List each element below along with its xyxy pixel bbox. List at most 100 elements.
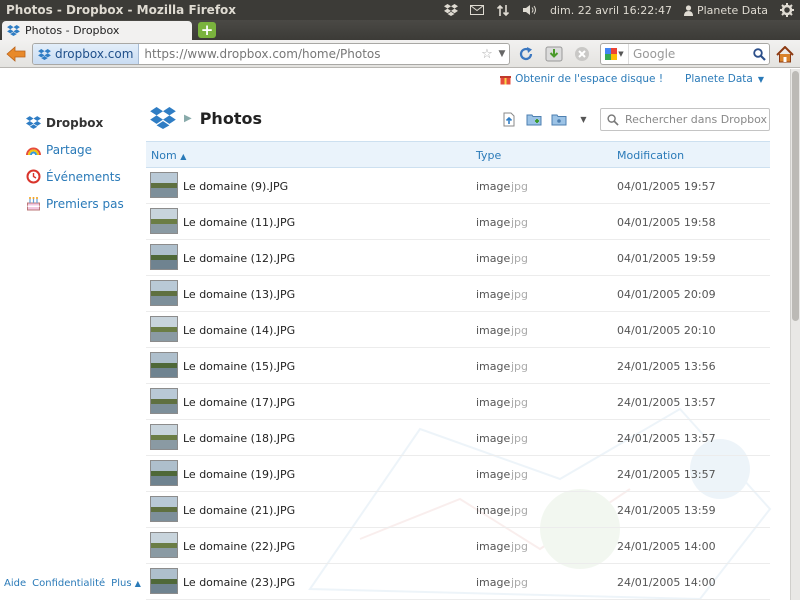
account-dropdown-icon: ▼ (757, 74, 764, 84)
photo-thumbnail[interactable] (150, 208, 178, 234)
site-identity[interactable]: dropbox.com (33, 44, 140, 64)
file-extension: jpg (511, 432, 529, 445)
clock[interactable]: dim. 22 avril 16:22:47 (544, 0, 678, 20)
file-name[interactable]: Le domaine (9).JPG (183, 180, 288, 193)
scrollbar-thumb[interactable] (792, 71, 799, 321)
search-engine-selector[interactable]: ▼ (601, 44, 629, 64)
file-extension: jpg (511, 252, 529, 265)
table-row[interactable]: Le domaine (14).JPG image jpg 04/01/2005 20… (146, 312, 770, 348)
column-header-modified[interactable]: Modification (617, 149, 684, 162)
back-arrow-icon (6, 46, 26, 62)
file-name[interactable]: Le domaine (21).JPG (183, 504, 295, 517)
upload-icon[interactable] (500, 111, 517, 127)
file-name[interactable]: Le domaine (13).JPG (183, 288, 295, 301)
photo-thumbnail[interactable] (150, 496, 178, 522)
file-name[interactable]: Le domaine (14).JPG (183, 324, 295, 337)
file-extension: jpg (511, 396, 529, 409)
stop-icon (575, 47, 589, 61)
table-row[interactable]: Le domaine (17).JPG image jpg 24/01/2005 13… (146, 384, 770, 420)
reload-button[interactable] (516, 44, 536, 64)
photo-thumbnail[interactable] (150, 568, 178, 594)
tab-title: Photos - Dropbox (25, 24, 120, 37)
web-search-bar[interactable]: ▼ Google (600, 43, 770, 65)
bookmark-star-icon[interactable]: ☆ (479, 47, 495, 62)
photo-thumbnail[interactable] (150, 172, 178, 198)
file-kind: image (476, 324, 511, 337)
sidebar-item-partage[interactable]: Partage (26, 136, 136, 163)
dropbox-search-input[interactable]: Rechercher dans Dropbox (600, 108, 770, 131)
session-gear-icon[interactable] (774, 0, 800, 20)
url-text[interactable]: https://www.dropbox.com/home/Photos (139, 47, 479, 61)
table-row[interactable]: Le domaine (11).JPG image jpg 04/01/2005 19… (146, 204, 770, 240)
more-actions-icon[interactable]: ▼ (575, 111, 592, 127)
file-kind: image (476, 360, 511, 373)
page-scrollbar[interactable] (790, 69, 800, 600)
file-name[interactable]: Le domaine (12).JPG (183, 252, 295, 265)
table-row[interactable]: Le domaine (15).JPG image jpg 24/01/2005 13… (146, 348, 770, 384)
file-name[interactable]: Le domaine (18).JPG (183, 432, 295, 445)
more-up-icon: ▲ (134, 579, 141, 588)
new-tab-button[interactable]: + (198, 22, 216, 38)
search-go-icon[interactable] (749, 47, 769, 61)
file-name[interactable]: Le domaine (22).JPG (183, 540, 295, 553)
new-folder-icon[interactable] (525, 111, 542, 127)
table-row[interactable]: Le domaine (18).JPG image jpg 24/01/2005 13… (146, 420, 770, 456)
file-extension: jpg (511, 360, 529, 373)
volume-icon[interactable] (516, 0, 544, 20)
tab-photos-dropbox[interactable]: Photos - Dropbox (2, 21, 192, 40)
network-icon[interactable] (490, 0, 516, 20)
file-name[interactable]: Le domaine (19).JPG (183, 468, 295, 481)
photo-thumbnail[interactable] (150, 424, 178, 450)
table-row[interactable]: Le domaine (22).JPG image jpg 24/01/2005 14… (146, 528, 770, 564)
footer-links: Aide Confidentialité Plus ▲ (4, 578, 141, 589)
column-header-type[interactable]: Type (476, 149, 501, 162)
table-row[interactable]: Le domaine (23).JPG image jpg 24/01/2005 14… (146, 564, 770, 600)
navigation-toolbar: dropbox.com https://www.dropbox.com/home… (0, 40, 800, 68)
photo-thumbnail[interactable] (150, 532, 178, 558)
photo-thumbnail[interactable] (150, 280, 178, 306)
photo-thumbnail[interactable] (150, 352, 178, 378)
dropbox-icon (26, 116, 41, 129)
sidebar-item-label: Dropbox (46, 115, 104, 130)
get-space-label: Obtenir de l'espace disque ! (515, 73, 664, 85)
page-title: Photos (199, 108, 262, 128)
user-menu[interactable]: Planete Data (678, 0, 774, 20)
photo-thumbnail[interactable] (150, 316, 178, 342)
url-bar[interactable]: dropbox.com https://www.dropbox.com/home… (32, 43, 510, 65)
get-space-link[interactable]: Obtenir de l'espace disque ! (500, 73, 663, 85)
dropbox-tray-icon[interactable] (438, 0, 464, 20)
stop-button[interactable] (572, 44, 592, 64)
download-button[interactable] (544, 44, 564, 64)
file-name[interactable]: Le domaine (17).JPG (183, 396, 295, 409)
sidebar-item-dropbox[interactable]: Dropbox (26, 109, 136, 136)
table-row[interactable]: Le domaine (13).JPG image jpg 04/01/2005 20… (146, 276, 770, 312)
account-menu[interactable]: Planete Data ▼ (685, 73, 764, 85)
privacy-link[interactable]: Confidentialité (32, 578, 105, 589)
sidebar-item-premiers-pas[interactable]: Premiers pas (26, 190, 136, 217)
dropbox-identity-icon (38, 48, 51, 60)
more-link[interactable]: Plus ▲ (111, 578, 141, 589)
photo-thumbnail[interactable] (150, 244, 178, 270)
back-button[interactable] (4, 43, 28, 65)
file-name[interactable]: Le domaine (23).JPG (183, 576, 295, 589)
table-row[interactable]: Le domaine (19).JPG image jpg 24/01/2005 13… (146, 456, 770, 492)
mail-icon[interactable] (464, 0, 490, 20)
photo-thumbnail[interactable] (150, 460, 178, 486)
history-dropdown-icon[interactable]: ▼ (495, 49, 509, 59)
table-row[interactable]: Le domaine (9).JPG image jpg 04/01/2005 19:… (146, 168, 770, 204)
table-row[interactable]: Le domaine (12).JPG image jpg 04/01/2005 19… (146, 240, 770, 276)
rainbow-icon (26, 147, 41, 156)
file-extension: jpg (511, 540, 529, 553)
help-link[interactable]: Aide (4, 578, 26, 589)
file-name[interactable]: Le domaine (15).JPG (183, 360, 295, 373)
cake-icon (27, 197, 40, 211)
share-folder-icon[interactable] (550, 111, 567, 127)
sort-ascending-icon: ▲ (180, 152, 187, 161)
table-row[interactable]: Le domaine (21).JPG image jpg 24/01/2005 13… (146, 492, 770, 528)
photo-thumbnail[interactable] (150, 388, 178, 414)
file-name[interactable]: Le domaine (11).JPG (183, 216, 295, 229)
column-header-name[interactable]: Nom ▲ (151, 149, 186, 162)
dropbox-logo-icon[interactable] (150, 107, 176, 129)
sidebar-item-evenements[interactable]: Événements (26, 163, 136, 190)
home-button[interactable] (774, 44, 796, 64)
